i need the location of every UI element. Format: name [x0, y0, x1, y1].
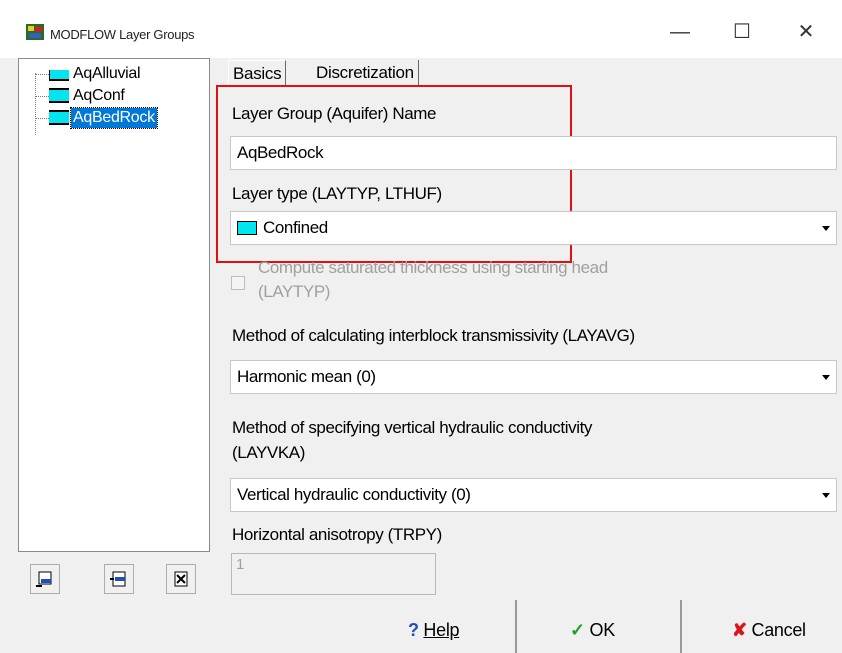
tree-connector-line	[35, 73, 36, 135]
layer-type-label: Layer type (LAYTYP, LTHUF)	[232, 184, 442, 203]
tree-item-label: AqBedRock	[70, 107, 158, 129]
layer-group-tree[interactable]: AqAlluvial AqConf AqBedRock	[18, 58, 210, 552]
layer-type-value: Confined	[263, 218, 328, 237]
vertical-conductivity-label-line2: (LAYVKA)	[232, 443, 306, 462]
layer-type-select[interactable]: Confined	[230, 211, 837, 245]
ok-button[interactable]: ✓ OK	[570, 607, 615, 653]
insert-layer-icon	[110, 571, 126, 587]
compute-saturated-thickness-checkbox[interactable]	[231, 276, 245, 290]
insert-layer-group-button[interactable]	[104, 564, 134, 594]
chevron-down-icon[interactable]	[815, 480, 835, 510]
chevron-down-icon[interactable]	[815, 213, 835, 243]
window-title: MODFLOW Layer Groups	[50, 27, 195, 42]
layer-group-name-field[interactable]: AqBedRock	[230, 136, 837, 170]
layer-confined-icon	[49, 88, 69, 103]
confined-color-swatch	[237, 221, 257, 235]
saturated-thickness-label: Compute saturated thickness using starti…	[258, 258, 608, 277]
tree-branch-line	[35, 118, 49, 119]
interblock-method-label: Method of calculating interblock transmi…	[232, 326, 635, 345]
tab-discretization[interactable]: Discretization	[312, 60, 419, 86]
ok-button-label: OK	[589, 620, 616, 640]
cancel-button-label: Cancel	[751, 620, 807, 640]
tree-item-label: AqAlluvial	[73, 65, 141, 82]
interblock-method-value: Harmonic mean (0)	[237, 367, 376, 386]
delete-layer-icon	[174, 571, 188, 587]
layer-group-name-label: Layer Group (Aquifer) Name	[232, 104, 437, 123]
close-button[interactable]: ✕	[786, 14, 826, 50]
help-button[interactable]: ? Help	[408, 607, 460, 653]
layer-confined-icon	[49, 110, 69, 125]
add-layer-icon	[36, 571, 52, 587]
interblock-method-select[interactable]: Harmonic mean (0)	[230, 360, 837, 394]
chevron-down-icon[interactable]	[815, 362, 835, 392]
tab-basics[interactable]: Basics	[228, 60, 287, 87]
saturated-thickness-label-line2: (LAYTYP)	[258, 282, 331, 301]
cancel-button[interactable]: ✘ Cancel	[732, 607, 806, 653]
delete-layer-group-button[interactable]	[166, 564, 196, 594]
cancel-x-icon: ✘	[732, 620, 747, 640]
vertical-conductivity-value: Vertical hydraulic conductivity (0)	[237, 485, 471, 504]
help-button-label: Help	[423, 620, 460, 640]
tree-branch-line	[35, 96, 49, 97]
checkmark-icon: ✓	[570, 620, 585, 640]
horizontal-anisotropy-label: Horizontal anisotropy (TRPY)	[232, 525, 442, 544]
tree-item-label: AqConf	[73, 87, 125, 104]
button-divider	[680, 600, 682, 653]
maximize-button[interactable]: ☐	[722, 14, 762, 50]
title-bar: MODFLOW Layer Groups — ☐ ✕	[0, 0, 842, 58]
help-icon: ?	[408, 620, 419, 640]
vertical-conductivity-select[interactable]: Vertical hydraulic conductivity (0)	[230, 478, 837, 512]
add-layer-group-button[interactable]	[30, 564, 60, 594]
minimize-button[interactable]: —	[660, 14, 700, 50]
layer-unconfined-icon	[49, 70, 69, 81]
button-divider	[515, 600, 517, 653]
vertical-conductivity-label: Method of specifying vertical hydraulic …	[232, 418, 592, 437]
horizontal-anisotropy-field[interactable]: 1	[231, 553, 436, 595]
modflow-app-icon	[26, 24, 44, 40]
tree-branch-line	[35, 74, 49, 75]
